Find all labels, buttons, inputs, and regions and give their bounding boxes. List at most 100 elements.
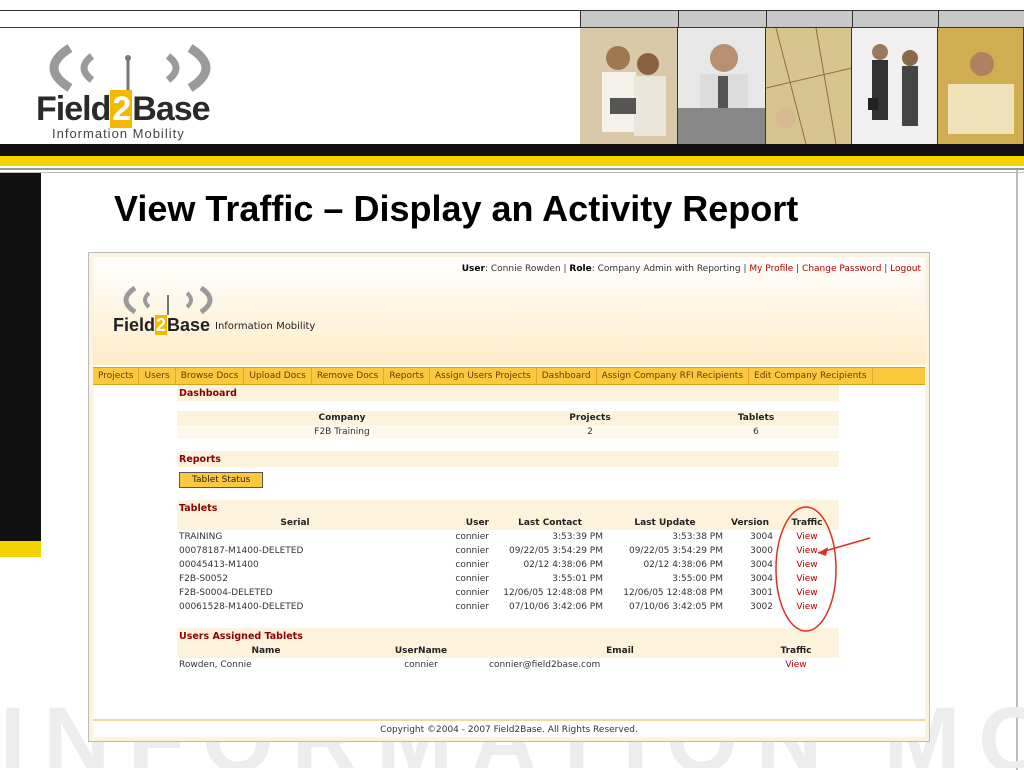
last-contact-cell: 07/10/06 3:42:06 PM [508,602,603,612]
photo-woman-map [938,28,1024,144]
version-cell: 3002 [750,602,773,612]
view-traffic-link[interactable]: View [796,546,817,556]
left-yellow-bar [0,541,41,557]
users-assigned-table: Name UserName Email Traffic Rowden, Conn… [177,644,839,672]
table-row: TRAINING connier 3:53:39 PM 3:53:38 PM 3… [177,530,839,544]
company-cell: F2B Training [177,425,507,439]
user-cell: connier [455,560,489,570]
projects-cell: 2 [507,425,673,439]
strip-segment [938,11,1024,27]
column-header: Serial [177,516,413,530]
last-update-cell: 07/10/06 3:42:05 PM [628,602,723,612]
tablet-status-button[interactable]: Tablet Status [179,472,264,488]
table-row: 00061528-M1400-DELETED connier 07/10/06 … [177,600,839,614]
right-divider [1016,170,1018,770]
view-traffic-link[interactable]: View [796,560,817,570]
last-contact-cell: 12/06/05 12:48:08 PM [503,588,603,598]
serial-cell: TRAINING [179,532,223,542]
user-cell: connier [455,546,489,556]
column-header: Company [177,411,507,425]
column-header: Projects [507,411,673,425]
last-update-cell: 3:53:38 PM [672,532,723,542]
nav-dashboard[interactable]: Dashboard [537,368,597,384]
version-cell: 3004 [750,560,773,570]
header-photo-strip [580,28,1024,144]
my-profile-link[interactable]: My Profile [749,264,793,274]
view-traffic-link[interactable]: View [796,532,817,542]
header-yellow-bar [0,156,1024,166]
nav-browse-docs[interactable]: Browse Docs [176,368,245,384]
logout-link[interactable]: Logout [890,264,921,274]
app-screenshot: User: Connie Rowden | Role: Company Admi… [88,252,930,742]
main-content: Dashboard Company Projects Tablets F2B T… [177,385,839,672]
view-traffic-link[interactable]: View [796,588,817,598]
photo-doctors [580,28,678,144]
dashboard-heading: Dashboard [177,385,839,401]
column-header: Last Update [605,516,725,530]
field2base-logo: Field2Base Information Mobility [30,38,240,142]
last-contact-cell: 3:53:39 PM [552,532,603,542]
user-cell: connier [455,588,489,598]
nav-assign-rfi-recipients[interactable]: Assign Company RFI Recipients [597,368,750,384]
signal-arcs-icon [123,285,213,315]
app-logo: Field2Base Information Mobility [113,285,353,345]
user-cell: connier [455,574,489,584]
version-cell: 3001 [750,588,773,598]
nav-remove-docs[interactable]: Remove Docs [312,368,385,384]
column-header: Tablets [673,411,839,425]
slide-title: View Traffic – Display an Activity Repor… [114,188,799,229]
table-row: F2B-S0004-DELETED connier 12/06/05 12:48… [177,586,839,600]
signal-arcs-icon [49,44,211,96]
copyright-footer: Copyright ©2004 - 2007 Field2Base. All R… [93,719,925,737]
version-cell: 3004 [750,574,773,584]
strip-segment [766,11,852,27]
serial-cell: F2B-S0052 [179,574,228,584]
nav-upload-docs[interactable]: Upload Docs [244,368,312,384]
column-header: User [413,516,495,530]
change-password-link[interactable]: Change Password [802,264,881,274]
column-header: Traffic [775,516,839,530]
user-info: User: Connie Rowden | Role: Company Admi… [461,264,921,274]
email-cell: connier@field2base.com [489,660,601,670]
view-traffic-link[interactable]: View [785,660,806,670]
tablets-cell: 6 [673,425,839,439]
last-update-cell: 02/12 4:38:06 PM [643,560,723,570]
last-contact-cell: 3:55:01 PM [552,574,603,584]
table-row: F2B-S0052 connier 3:55:01 PM 3:55:00 PM … [177,572,839,586]
serial-cell: 00078187-M1400-DELETED [179,546,304,556]
dashboard-table: Company Projects Tablets F2B Training 2 … [177,411,839,439]
divider [0,172,1024,173]
name-cell: Rowden, Connie [179,660,252,670]
table-row: 00045413-M1400 connier 02/12 4:38:06 PM … [177,558,839,572]
strip-segment [678,11,766,27]
header-black-bar [0,144,1024,156]
column-header: Version [725,516,775,530]
app-header: User: Connie Rowden | Role: Company Admi… [93,257,925,365]
photo-businessman [678,28,766,144]
logo-tagline: Information Mobility [52,126,185,141]
serial-cell: 00061528-M1400-DELETED [179,602,304,612]
view-traffic-link[interactable]: View [796,574,817,584]
nav-projects[interactable]: Projects [93,368,140,384]
nav-users[interactable]: Users [139,368,176,384]
nav-edit-company-recipients[interactable]: Edit Company Recipients [749,368,873,384]
strip-segment [852,11,938,27]
last-update-cell: 12/06/05 12:48:08 PM [623,588,723,598]
version-cell: 3000 [750,546,773,556]
photo-business-people [852,28,938,144]
column-header: UserName [355,644,487,658]
left-black-bar [0,173,41,541]
main-nav: Projects Users Browse Docs Upload Docs R… [93,367,925,385]
reports-heading: Reports [177,451,839,467]
last-update-cell: 3:55:00 PM [672,574,723,584]
view-traffic-link[interactable]: View [796,602,817,612]
user-cell: connier [455,602,489,612]
column-header: Traffic [753,644,839,658]
photo-blueprint [766,28,852,144]
tablets-heading: Tablets [177,500,839,516]
nav-reports[interactable]: Reports [384,368,430,384]
tablets-table: Serial User Last Contact Last Update Ver… [177,516,839,614]
nav-assign-users-projects[interactable]: Assign Users Projects [430,368,537,384]
last-contact-cell: 02/12 4:38:06 PM [523,560,603,570]
serial-cell: 00045413-M1400 [179,560,259,570]
